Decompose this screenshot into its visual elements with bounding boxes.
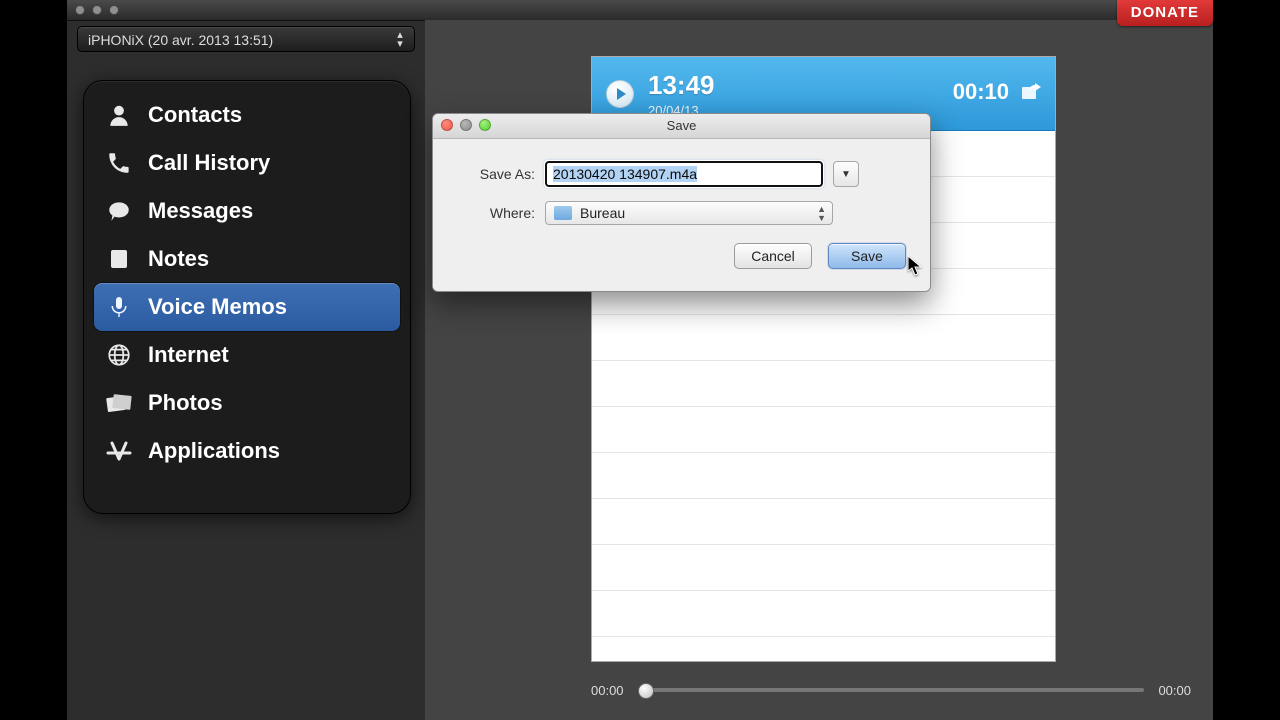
- sidebar-item-label: Messages: [148, 198, 253, 224]
- save-as-label: Save As:: [457, 166, 535, 182]
- dialog-buttons: Cancel Save: [457, 243, 906, 269]
- sidebar-item-contacts[interactable]: Contacts: [94, 91, 400, 139]
- user-icon: [104, 100, 134, 130]
- filename-input[interactable]: [545, 161, 823, 187]
- play-button[interactable]: [606, 80, 634, 108]
- device-dropdown[interactable]: iPHONiX (20 avr. 2013 13:51) ▴▾: [77, 26, 415, 52]
- sidebar-item-notes[interactable]: Notes: [94, 235, 400, 283]
- where-row: Where: Bureau ▲▼: [457, 201, 906, 225]
- list-item: [592, 591, 1055, 637]
- memo-title: 13:49: [648, 70, 715, 101]
- sidebar-item-call-history[interactable]: Call History: [94, 139, 400, 187]
- zoom-dot[interactable]: [109, 5, 119, 15]
- memo-title-block: 13:49 20/04/13: [648, 70, 715, 118]
- save-label: Save: [851, 248, 883, 264]
- where-label: Where:: [457, 205, 535, 221]
- window-traffic-lights[interactable]: [75, 5, 119, 15]
- phone-icon: [104, 148, 134, 178]
- globe-icon: [104, 340, 134, 370]
- expand-button[interactable]: ▼: [833, 161, 859, 187]
- dialog-title: Save: [667, 118, 697, 133]
- sidebar-item-label: Applications: [148, 438, 280, 464]
- chat-icon: [104, 196, 134, 226]
- apps-icon: [104, 436, 134, 466]
- export-icon[interactable]: [1021, 81, 1043, 101]
- sidebar-item-label: Internet: [148, 342, 229, 368]
- sidebar-item-label: Photos: [148, 390, 223, 416]
- sidebar-item-messages[interactable]: Messages: [94, 187, 400, 235]
- list-item: [592, 499, 1055, 545]
- dialog-titlebar: Save: [433, 114, 930, 139]
- playback-track[interactable]: [638, 688, 1145, 692]
- app-stage: iPHONiX (20 avr. 2013 13:51) ▴▾ Contacts…: [0, 0, 1280, 720]
- window-titlebar: [67, 0, 1213, 21]
- minimize-dot[interactable]: [92, 5, 102, 15]
- donate-label: DONATE: [1131, 4, 1199, 21]
- app-window: iPHONiX (20 avr. 2013 13:51) ▴▾ Contacts…: [67, 0, 1213, 720]
- sidebar: Contacts Call History Messages Notes Voi…: [83, 80, 411, 514]
- where-value: Bureau: [580, 205, 625, 221]
- list-item: [592, 407, 1055, 453]
- sidebar-item-label: Contacts: [148, 102, 242, 128]
- save-as-row: Save As: ▼: [457, 161, 906, 187]
- note-icon: [104, 244, 134, 274]
- close-icon[interactable]: [441, 119, 453, 131]
- playback-thumb[interactable]: [638, 683, 654, 699]
- sidebar-item-internet[interactable]: Internet: [94, 331, 400, 379]
- list-item: [592, 453, 1055, 499]
- dialog-body: Save As: ▼ Where: Bureau ▲▼ Cancel Save: [433, 139, 930, 291]
- folder-icon: [554, 206, 572, 220]
- chevron-updown-icon: ▲▼: [817, 205, 826, 223]
- chevron-down-icon: ▼: [841, 169, 851, 180]
- memo-duration: 00:10: [953, 79, 1009, 105]
- list-item: [592, 315, 1055, 361]
- where-dropdown[interactable]: Bureau ▲▼: [545, 201, 833, 225]
- close-dot[interactable]: [75, 5, 85, 15]
- chevron-updown-icon: ▴▾: [392, 31, 408, 49]
- list-item: [592, 361, 1055, 407]
- sidebar-item-label: Notes: [148, 246, 209, 272]
- list-item: [592, 545, 1055, 591]
- sidebar-item-applications[interactable]: Applications: [94, 427, 400, 475]
- dialog-traffic-lights[interactable]: [441, 119, 491, 131]
- sidebar-item-label: Voice Memos: [148, 294, 287, 320]
- donate-button[interactable]: DONATE: [1117, 0, 1213, 26]
- zoom-icon[interactable]: [479, 119, 491, 131]
- device-dropdown-label: iPHONiX (20 avr. 2013 13:51): [88, 32, 273, 48]
- cancel-button[interactable]: Cancel: [734, 243, 812, 269]
- playback-elapsed: 00:00: [591, 683, 624, 698]
- cancel-label: Cancel: [751, 248, 795, 264]
- play-icon: [617, 88, 626, 100]
- save-dialog: Save Save As: ▼ Where: Bureau ▲▼ Cancel …: [432, 113, 931, 292]
- sidebar-item-voice-memos[interactable]: Voice Memos: [94, 283, 400, 331]
- sidebar-item-photos[interactable]: Photos: [94, 379, 400, 427]
- sidebar-item-label: Call History: [148, 150, 270, 176]
- mic-icon: [104, 292, 134, 322]
- minimize-icon: [460, 119, 472, 131]
- playback-total: 00:00: [1158, 683, 1191, 698]
- save-button[interactable]: Save: [828, 243, 906, 269]
- photos-icon: [104, 388, 134, 418]
- playback-bar: 00:00 00:00: [591, 674, 1191, 706]
